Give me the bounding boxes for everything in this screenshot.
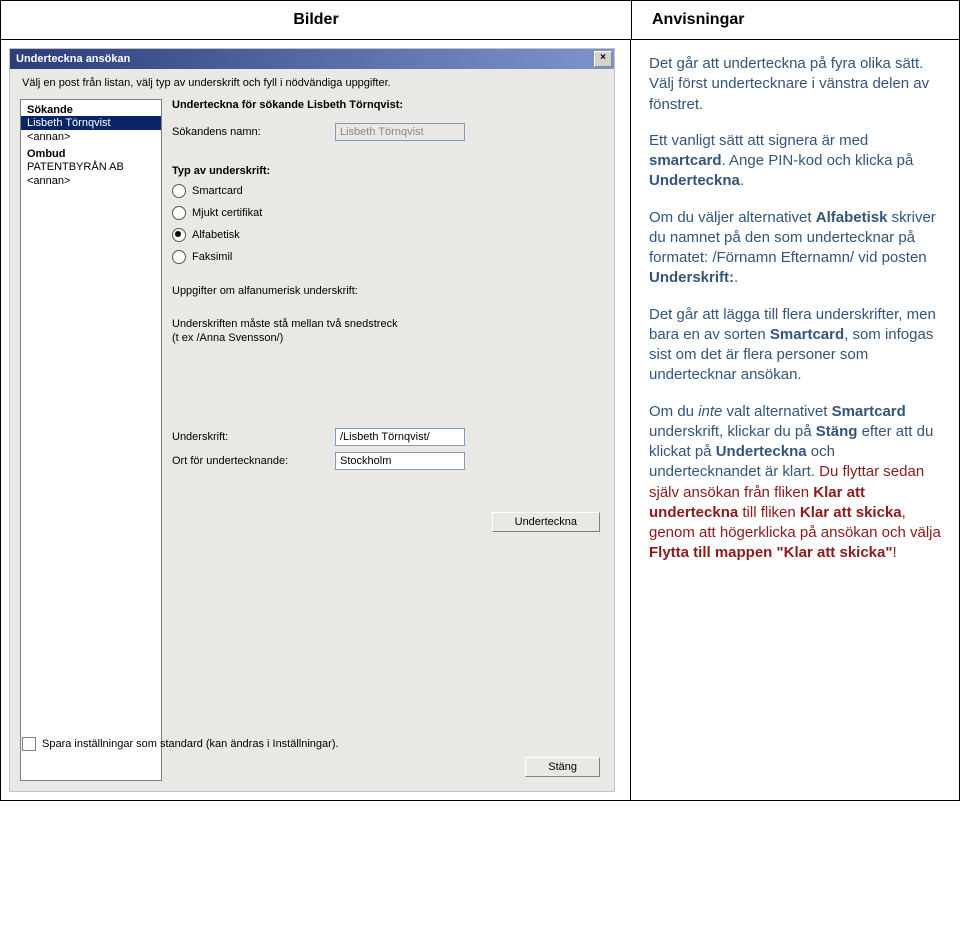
radio-faksimil[interactable]: Faksimil [172,249,604,265]
radio-alfabetisk[interactable]: Alfabetisk [172,227,604,243]
instruction-p4: Det går att lägga till flera underskrift… [649,305,941,386]
applicant-name-field[interactable] [335,123,465,141]
close-icon[interactable]: × [594,51,612,67]
signature-row: Underskrift: [172,428,604,446]
instruction-p1: Det går att underteckna på fyra olika sä… [649,54,941,115]
instruction-p2: Ett vanligt sätt att signera är med smar… [649,131,941,192]
dialog-window: Underteckna ansökan × Välj en post från … [9,48,615,792]
list-item[interactable]: <annan> [21,130,161,144]
page: Bilder Anvisningar Underteckna ansökan ×… [0,0,960,801]
signature-label: Underskrift: [172,431,327,443]
rightpane-title: Underteckna för sökande Lisbeth Törnqvis… [172,99,604,111]
radio-icon [172,228,186,242]
place-field[interactable] [335,452,465,470]
radio-icon [172,184,186,198]
list-group-label: Sökande [21,100,161,116]
signature-help-text: Underskriften måste stå mellan två sneds… [172,317,604,346]
radio-icon [172,206,186,220]
instruction-p5: Om du inte valt alternativet Smartcard u… [649,402,941,564]
checkbox-icon [22,737,36,751]
save-defaults-label: Spara inställningar som standard (kan än… [42,738,339,750]
signer-listbox[interactable]: Sökande Lisbeth Törnqvist <annan> Ombud … [20,99,162,781]
sign-button[interactable]: Underteckna [492,512,600,532]
dialog-intro: Välj en post från listan, välj typ av un… [10,69,614,89]
alphanumeric-label: Uppgifter om alfanumerisk underskrift: [172,285,604,297]
dialog-titlebar: Underteckna ansökan × [10,49,614,69]
radio-icon [172,250,186,264]
save-defaults-row[interactable]: Spara inställningar som standard (kan än… [22,737,604,751]
signature-type-label: Typ av underskrift: [172,165,604,177]
place-row: Ort för undertecknande: [172,452,604,470]
list-item[interactable]: PATENTBYRÅN AB [21,160,161,174]
applicant-name-row: Sökandens namn: [172,123,604,141]
radio-smartcard[interactable]: Smartcard [172,183,604,199]
place-label: Ort för undertecknande: [172,455,327,467]
radio-mjukt[interactable]: Mjukt certifikat [172,205,604,221]
signature-field[interactable] [335,428,465,446]
header-bilder: Bilder [1,1,632,39]
instructions-cell: Det går att underteckna på fyra olika sä… [631,40,959,800]
table-header: Bilder Anvisningar [1,1,959,40]
list-item[interactable]: <annan> [21,174,161,188]
table-body: Underteckna ansökan × Välj en post från … [1,40,959,800]
header-anvisningar: Anvisningar [632,1,959,39]
close-button[interactable]: Stäng [525,757,600,777]
dialog-title: Underteckna ansökan [16,53,594,65]
applicant-name-label: Sökandens namn: [172,126,327,138]
list-item[interactable]: Lisbeth Törnqvist [21,116,161,130]
list-group-label: Ombud [21,144,161,160]
instruction-p3: Om du väljer alternativet Alfabetisk skr… [649,208,941,289]
dialog-right-pane: Underteckna för sökande Lisbeth Törnqvis… [172,99,604,781]
dialog-body: Sökande Lisbeth Törnqvist <annan> Ombud … [10,89,614,791]
screenshot-cell: Underteckna ansökan × Välj en post från … [1,40,631,800]
